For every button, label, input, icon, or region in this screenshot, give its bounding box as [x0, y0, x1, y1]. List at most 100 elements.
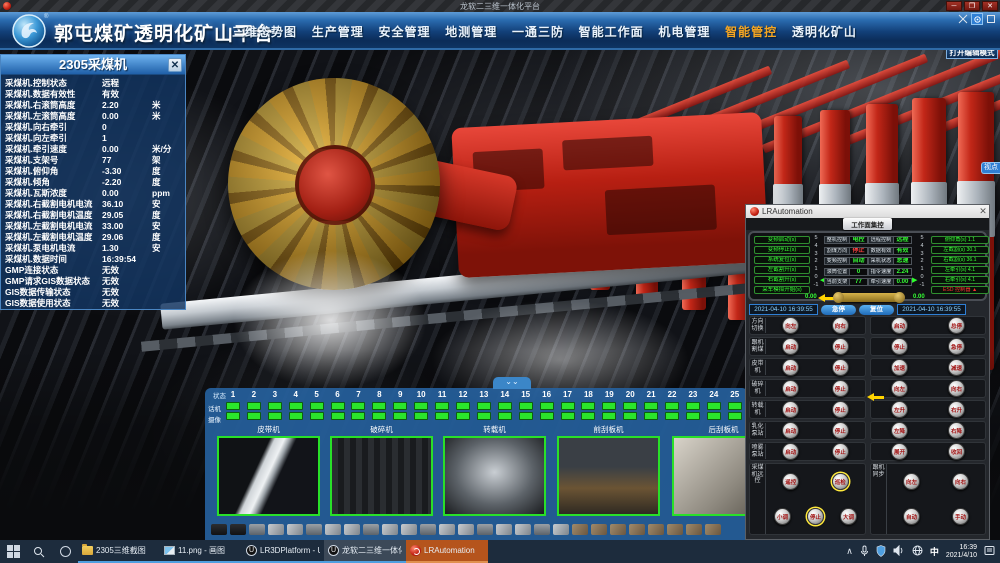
tray-expand-icon[interactable]: ∧ [846, 546, 853, 557]
film-thumbnail[interactable] [553, 524, 569, 535]
equipment-control-button[interactable]: 自动 [903, 508, 920, 525]
film-thumbnail[interactable] [325, 524, 341, 535]
film-thumbnail[interactable] [363, 524, 379, 535]
microphone-icon[interactable] [860, 545, 869, 559]
nav-item-smart-workface[interactable]: 智能工作面 [579, 23, 644, 40]
taskbar-item-lrautomation[interactable]: LRAutomation [406, 540, 488, 563]
equipment-control-button[interactable]: 停止 [807, 508, 824, 525]
equipment-control-button[interactable]: 总停 [948, 317, 965, 334]
minimize-button[interactable]: ─ [946, 1, 962, 11]
automation-function-button[interactable]: 右截割升(s) [754, 276, 810, 284]
film-thumbnail[interactable] [439, 524, 455, 535]
emergency-stop-button[interactable]: 急停 [821, 305, 856, 315]
film-thumbnail[interactable] [249, 524, 265, 535]
fullscreen-icon[interactable] [985, 13, 997, 25]
nav-item-production[interactable]: 生产管理 [312, 23, 364, 40]
nav-item-geology[interactable]: 地测管理 [445, 23, 497, 40]
film-thumbnail[interactable] [382, 524, 398, 535]
task-view-icon[interactable] [52, 540, 78, 563]
film-thumbnail[interactable] [287, 524, 303, 535]
equipment-control-button[interactable]: 巡检 [832, 473, 849, 490]
automation-function-button[interactable]: 采车模拟开始(s) [754, 286, 810, 294]
film-thumbnail[interactable] [648, 524, 664, 535]
equipment-control-button[interactable]: 启动 [782, 338, 799, 355]
clock[interactable]: 16:39 2021/4/10 [946, 544, 977, 560]
taskbar-item-platform-active[interactable]: U 龙软二三维一体化... [324, 540, 406, 563]
search-icon[interactable] [26, 540, 52, 563]
automation-function-button[interactable]: 系统复位(s) [754, 256, 810, 264]
taskbar-item-screenshots-folder[interactable]: 2305三维截图 [78, 540, 160, 563]
nav-item-transparent-mine[interactable]: 透明化矿山 [792, 23, 857, 40]
taskbar-item-lr3dplatform[interactable]: U LR3DPlatform - U... [242, 540, 324, 563]
film-thumbnail[interactable] [420, 524, 436, 535]
film-thumbnail[interactable] [268, 524, 284, 535]
film-thumbnail[interactable] [306, 524, 322, 535]
equipment-control-button[interactable]: 停止 [832, 443, 849, 460]
equipment-control-button[interactable]: 启动 [782, 359, 799, 376]
equipment-control-button[interactable]: 大调 [840, 508, 857, 525]
film-thumbnail[interactable] [629, 524, 645, 535]
equipment-control-button[interactable]: 停止 [832, 338, 849, 355]
equipment-control-button[interactable]: 小调 [774, 508, 791, 525]
camera-feed-transfer[interactable] [443, 436, 546, 516]
equipment-control-button[interactable]: 启动 [782, 380, 799, 397]
equipment-control-button[interactable]: 向右 [948, 380, 965, 397]
camera-feed-crusher[interactable] [330, 436, 433, 516]
equipment-control-button[interactable]: 向左 [782, 317, 799, 334]
notification-center-icon[interactable] [984, 545, 995, 558]
tab-workface-control[interactable]: 工作面集控 [843, 218, 892, 230]
film-thumbnail[interactable] [230, 524, 246, 535]
nav-item-3d-situation[interactable]: 三维态势图 [232, 23, 297, 40]
film-thumbnail[interactable] [572, 524, 588, 535]
camera-feed-rear-scraper[interactable] [672, 436, 748, 516]
equipment-control-button[interactable]: 停止 [832, 422, 849, 439]
collapse-panel-button[interactable]: ⌄⌄ [493, 377, 531, 389]
film-thumbnail[interactable] [477, 524, 493, 535]
equipment-control-button[interactable]: 启动 [891, 317, 908, 334]
security-shield-icon[interactable] [876, 545, 886, 559]
nav-item-electromechanical[interactable]: 机电管理 [658, 23, 710, 40]
automation-function-button[interactable]: 左截割升(s) [754, 266, 810, 274]
equipment-control-button[interactable]: 启动 [782, 443, 799, 460]
equipment-control-button[interactable]: 右降 [948, 422, 965, 439]
film-thumbnail[interactable] [705, 524, 721, 535]
maximize-button[interactable]: ❐ [964, 1, 980, 11]
equipment-control-button[interactable]: 遥控 [782, 473, 799, 490]
film-thumbnail[interactable] [610, 524, 626, 535]
camera-feed-belt-conveyor[interactable] [217, 436, 320, 516]
tools-icon[interactable] [957, 13, 969, 25]
film-thumbnail[interactable] [686, 524, 702, 535]
gear-icon[interactable] [971, 13, 983, 25]
film-thumbnail[interactable] [211, 524, 227, 535]
equipment-control-button[interactable]: 向左 [903, 473, 920, 490]
equipment-control-button[interactable]: 停止 [891, 338, 908, 355]
equipment-control-button[interactable]: 加速 [891, 359, 908, 376]
equipment-control-button[interactable]: 启动 [782, 401, 799, 418]
automation-function-button[interactable]: 变频停止(s) [754, 246, 810, 254]
close-icon[interactable]: ✕ [977, 206, 989, 217]
nav-item-ventilation[interactable]: 一通三防 [512, 23, 564, 40]
close-button[interactable]: ✕ [982, 1, 998, 11]
film-thumbnail[interactable] [401, 524, 417, 535]
equipment-control-button[interactable]: 停止 [832, 401, 849, 418]
equipment-control-button[interactable]: 右升 [948, 401, 965, 418]
film-thumbnail[interactable] [667, 524, 683, 535]
equipment-control-button[interactable]: 启动 [782, 422, 799, 439]
camera-feed-front-scraper[interactable] [557, 436, 660, 516]
close-icon[interactable]: ✕ [168, 58, 182, 72]
equipment-control-button[interactable]: 向右 [952, 473, 969, 490]
equipment-control-button[interactable]: 手动 [952, 508, 969, 525]
equipment-control-button[interactable]: 停止 [832, 359, 849, 376]
network-globe-icon[interactable] [912, 545, 923, 558]
nav-item-smart-control[interactable]: 智能管控 [725, 23, 777, 40]
film-thumbnail[interactable] [344, 524, 360, 535]
film-thumbnail[interactable] [534, 524, 550, 535]
film-thumbnail[interactable] [496, 524, 512, 535]
equipment-control-button[interactable]: 向右 [832, 317, 849, 334]
reset-button[interactable]: 复位 [859, 305, 894, 315]
film-thumbnail[interactable] [591, 524, 607, 535]
taskbar-item-paint[interactable]: 11.png - 画图 [160, 540, 242, 563]
equipment-control-button[interactable]: 收回 [948, 443, 965, 460]
equipment-control-button[interactable]: 向左 [891, 380, 908, 397]
equipment-control-button[interactable]: 急停 [948, 338, 965, 355]
